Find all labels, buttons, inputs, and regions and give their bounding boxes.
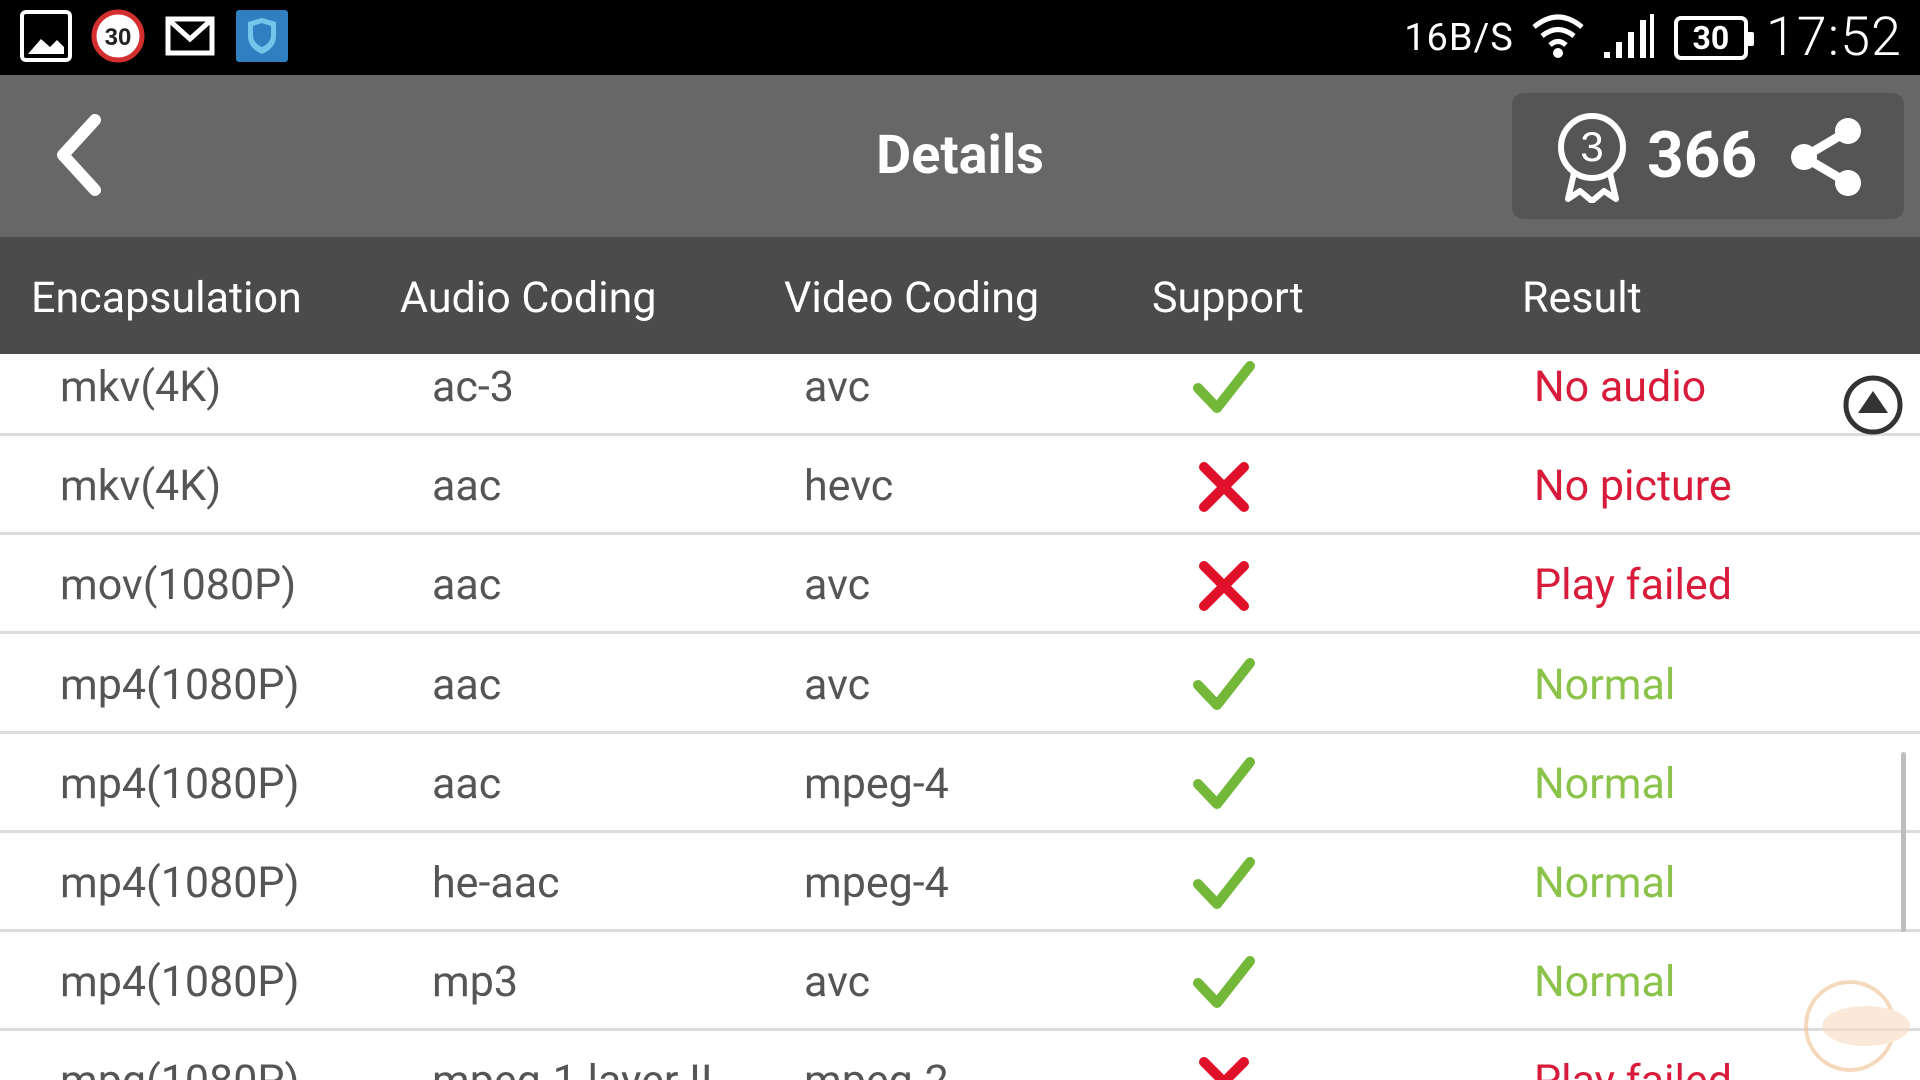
table-row[interactable]: mp4(1080P) mp3 avc Normal [0, 934, 1920, 1032]
column-header-encapsulation: Encapsulation [31, 273, 302, 323]
battery-level: 30 [1692, 18, 1730, 57]
back-button[interactable] [30, 105, 130, 205]
video-coding-cell: hevc [804, 461, 894, 512]
video-coding-cell: avc [804, 659, 871, 710]
audio-coding-cell: he-aac [432, 858, 560, 908]
speed-limit-30-icon: 30 [90, 8, 146, 64]
rank-number: 3 [1580, 123, 1603, 170]
notification-icons: 30 [18, 8, 290, 64]
network-speed: 16B/S [1404, 15, 1514, 60]
result-cell: Normal [1534, 758, 1676, 809]
result-cell: No picture [1534, 461, 1732, 512]
audio-coding-cell: mpeg-1 layer II [432, 1033, 713, 1080]
status-bar: 30 16B/S 30 17:52 [0, 0, 1920, 75]
encapsulation-cell: mp4(1080P) [60, 858, 300, 908]
cross-icon [1190, 438, 1258, 535]
encapsulation-cell: mp4(1080P) [60, 758, 300, 809]
check-icon [1190, 736, 1258, 833]
audio-coding-cell: aac [432, 560, 502, 611]
table-row[interactable]: mpg(1080P) mpeg-1 layer II mpeg-2 Play fail… [0, 1033, 1920, 1080]
audio-coding-cell: ac-3 [432, 362, 514, 412]
result-cell: Play failed [1534, 560, 1732, 611]
scrollbar[interactable] [1901, 752, 1906, 932]
table-row[interactable]: mkv(4K) aac hevc No picture [0, 438, 1920, 536]
video-coding-cell: mpeg-2 [804, 1033, 949, 1080]
column-header-support: Support [1152, 273, 1304, 323]
encapsulation-cell: mp4(1080P) [60, 659, 300, 710]
clock: 17:52 [1765, 6, 1902, 69]
video-coding-cell: mpeg-4 [804, 858, 949, 908]
video-coding-cell: avc [804, 560, 871, 611]
check-icon [1190, 934, 1258, 1031]
encapsulation-cell: mkv(4K) [60, 461, 222, 512]
wifi-icon [1532, 13, 1584, 63]
chevron-left-icon [57, 114, 101, 196]
encapsulation-cell: mpg(1080P) [60, 1033, 299, 1080]
column-header-audio-coding: Audio Coding [400, 273, 657, 323]
score-panel[interactable]: 3 366 [1512, 93, 1904, 219]
cross-icon [1190, 1033, 1258, 1080]
arrow-up-circle-icon[interactable] [1842, 374, 1904, 436]
table-row[interactable]: mov(1080P) aac avc Play failed [0, 537, 1920, 635]
audio-coding-cell: aac [432, 758, 502, 809]
check-icon [1190, 835, 1258, 932]
app-bar: Details 3 366 [0, 75, 1920, 237]
table-row[interactable]: mkv(4K) ac-3 avc No audio [0, 354, 1920, 436]
medal-icon: 3 [1558, 113, 1626, 203]
encapsulation-cell: mp4(1080P) [60, 957, 300, 1008]
encapsulation-cell: mov(1080P) [60, 560, 297, 611]
table-row[interactable]: mp4(1080P) aac mpeg-4 Normal [0, 736, 1920, 833]
battery-indicator: 30 [1673, 15, 1754, 60]
gmail-icon [162, 8, 218, 64]
results-table[interactable]: mkv(4K) ac-3 avc No audio mkv(4K) aac hevc No p… [0, 354, 1920, 1080]
watermark-logo [1804, 980, 1910, 1072]
column-header-result: Result [1522, 273, 1642, 323]
encapsulation-cell: mkv(4K) [60, 362, 222, 412]
video-coding-cell: mpeg-4 [804, 758, 949, 809]
speed-badge: 30 [105, 24, 132, 51]
score-value: 366 [1647, 118, 1758, 193]
audio-coding-cell: mp3 [432, 957, 519, 1008]
check-icon [1190, 354, 1258, 436]
image-icon [18, 8, 74, 64]
audio-coding-cell: aac [432, 659, 502, 710]
column-header-video-coding: Video Coding [784, 273, 1040, 323]
video-coding-cell: avc [804, 957, 871, 1008]
cross-icon [1190, 537, 1258, 634]
table-row[interactable]: mp4(1080P) he-aac mpeg-4 Normal [0, 835, 1920, 932]
result-cell: No audio [1534, 362, 1707, 412]
check-icon [1190, 637, 1258, 734]
result-cell: Normal [1534, 957, 1676, 1008]
shield-app-icon [234, 8, 290, 64]
share-icon[interactable] [1786, 115, 1866, 199]
signal-icon [1602, 12, 1656, 64]
video-coding-cell: avc [804, 362, 871, 412]
result-cell: Normal [1534, 659, 1676, 710]
result-cell: Play failed [1534, 1033, 1732, 1080]
result-cell: Normal [1534, 858, 1676, 908]
audio-coding-cell: aac [432, 461, 502, 512]
table-header: Encapsulation Audio Coding Video Coding … [0, 237, 1920, 354]
table-row[interactable]: mp4(1080P) aac avc Normal [0, 637, 1920, 734]
